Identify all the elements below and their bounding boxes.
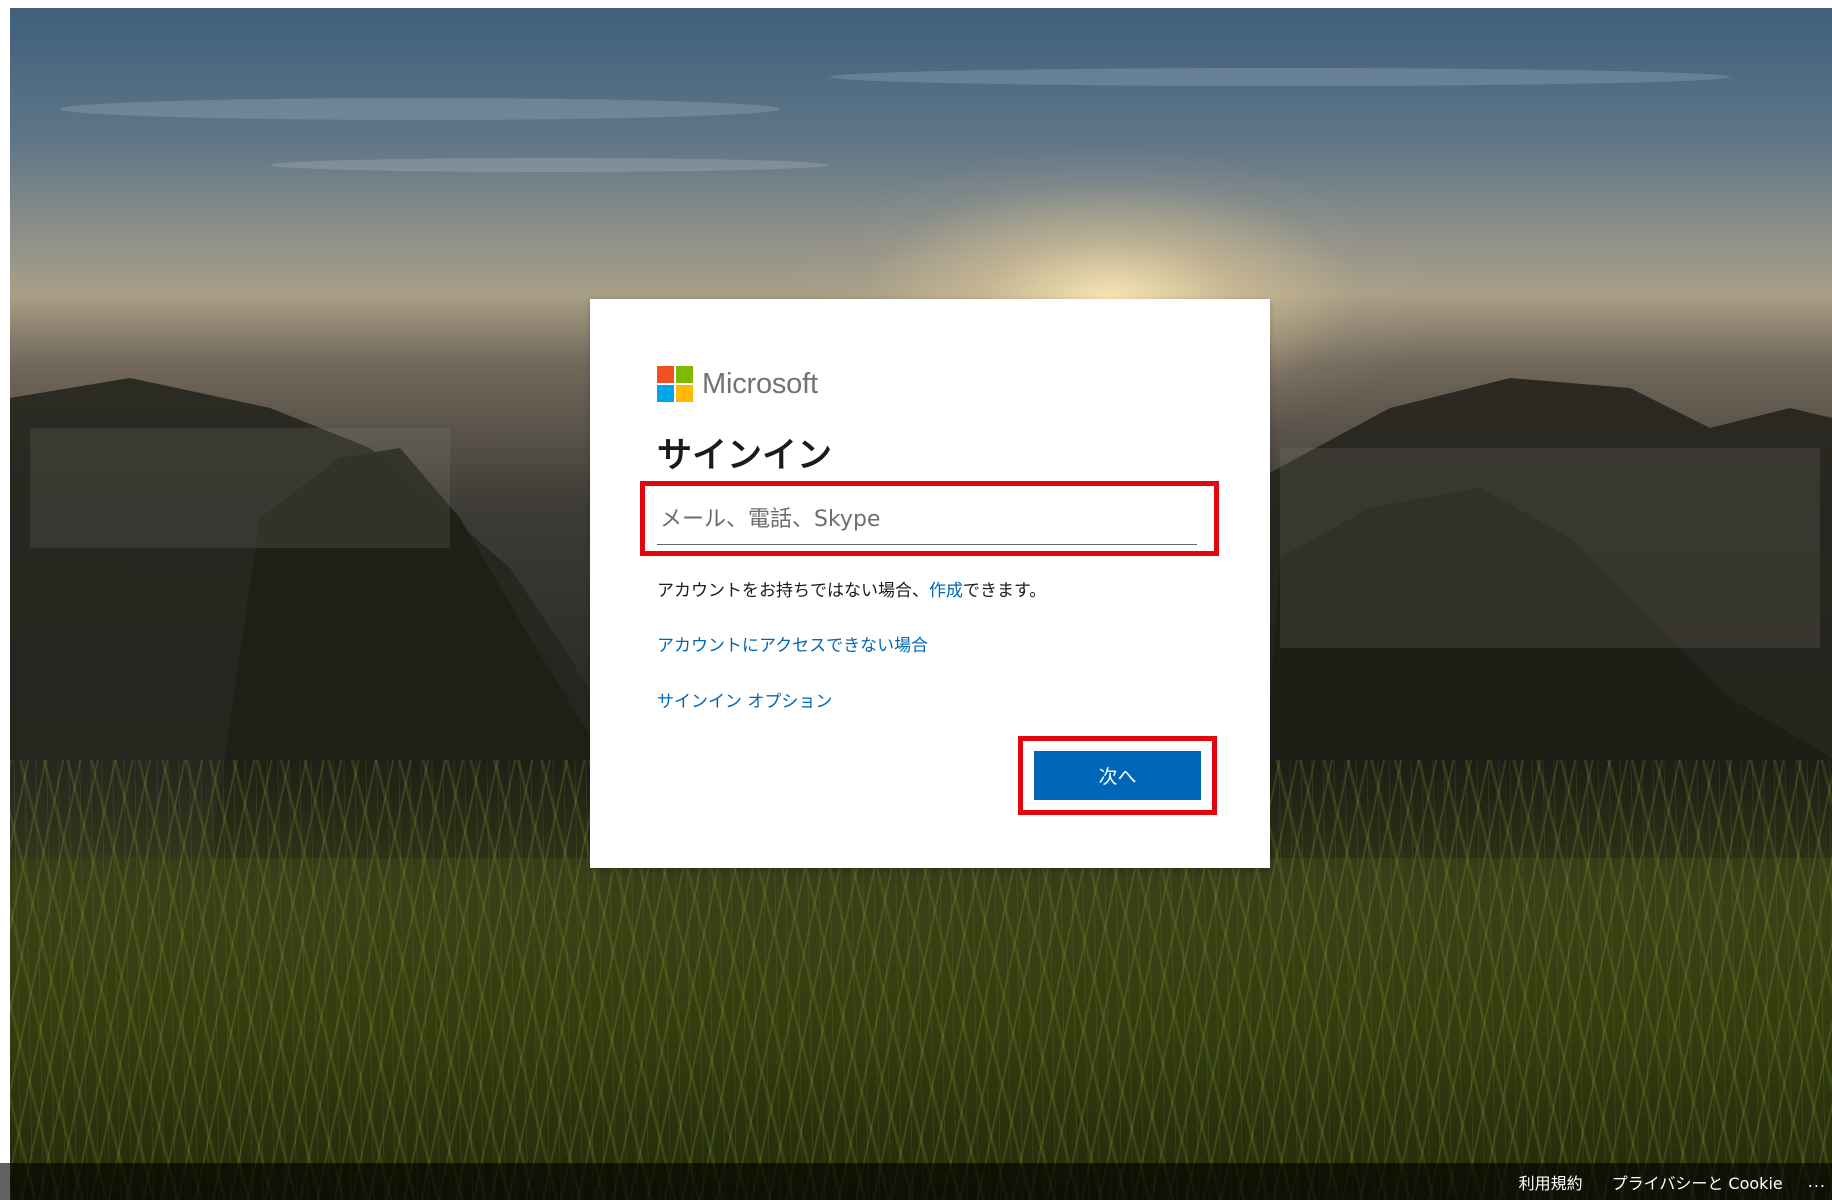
next-button[interactable]: 次へ [1034, 751, 1201, 800]
microsoft-logo: Microsoft [657, 366, 818, 402]
cant-access-account-link[interactable]: アカウントにアクセスできない場合 [657, 631, 928, 656]
no-account-text: アカウントをお持ちではない場合、作成できます。 [657, 576, 1046, 601]
page-footer: 利用規約 プライバシーと Cookie ... [0, 1163, 1832, 1200]
signin-options-link[interactable]: サインイン オプション [657, 687, 832, 712]
cloud-streak [60, 98, 780, 120]
no-account-suffix: できます。 [963, 581, 1047, 601]
microsoft-logo-icon [657, 366, 693, 402]
brand-name: Microsoft [702, 367, 818, 400]
city-lights [1280, 448, 1820, 648]
more-options-icon[interactable]: ... [1808, 1172, 1826, 1191]
email-field [657, 495, 1197, 546]
logo-square-green [676, 366, 693, 383]
signin-card: Microsoft サインイン アカウントをお持ちではない場合、作成できます。 … [590, 299, 1270, 868]
cloud-streak [270, 158, 830, 172]
no-account-prefix: アカウントをお持ちではない場合、 [657, 581, 929, 601]
page-title: サインイン [657, 436, 833, 476]
cloud-streak [830, 68, 1730, 86]
create-account-link[interactable]: 作成 [929, 581, 963, 601]
terms-link[interactable]: 利用規約 [1519, 1170, 1583, 1194]
email-input[interactable] [657, 495, 1197, 545]
logo-square-yellow [676, 385, 693, 402]
privacy-cookies-link[interactable]: プライバシーと Cookie [1612, 1170, 1783, 1194]
logo-square-red [657, 366, 674, 383]
logo-square-blue [657, 385, 674, 402]
city-lights [30, 428, 450, 548]
